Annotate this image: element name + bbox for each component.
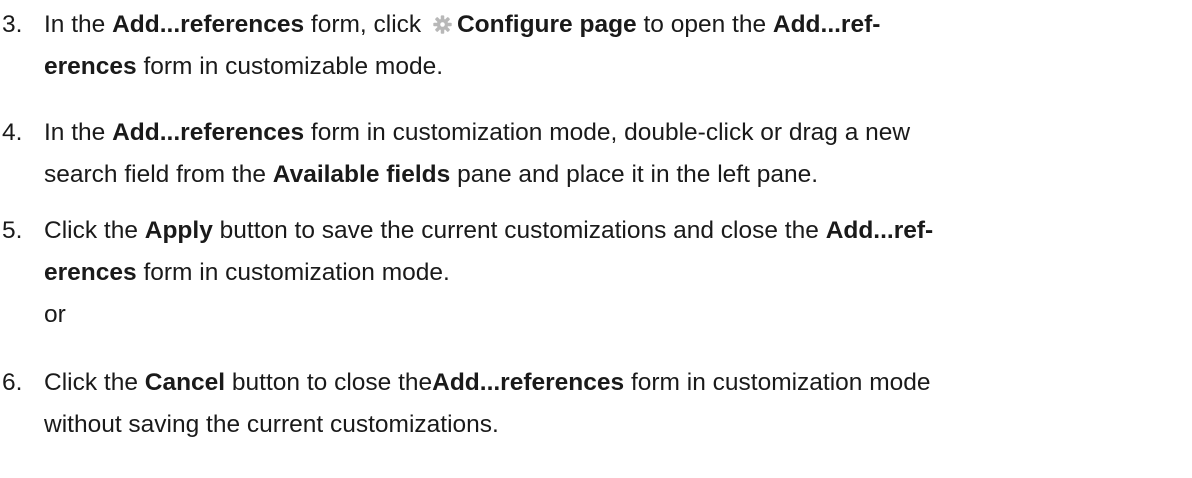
- text-run: form in customizable mode.: [136, 53, 444, 80]
- form-name: Add...references: [112, 119, 305, 146]
- text-run: Click the: [44, 369, 145, 396]
- text-run: button to save the current customization…: [212, 217, 826, 244]
- form-name: Add...references: [112, 11, 305, 38]
- button-name: Cancel: [144, 369, 226, 396]
- text-run: In the: [44, 11, 113, 38]
- configure-page-label: Configure page: [456, 11, 637, 38]
- gear-icon: [433, 15, 452, 34]
- text-run: pane and place it in the left pane.: [450, 161, 819, 188]
- button-name: Apply: [144, 217, 213, 244]
- text-run: In the: [44, 119, 113, 146]
- or-text: or: [44, 301, 66, 328]
- form-name: Add...references: [432, 369, 625, 396]
- text-run: form, click: [304, 11, 428, 38]
- form-name: erences: [44, 53, 137, 80]
- text-run: Click the: [44, 217, 145, 244]
- step-text: In the Add...references form, click Conf…: [44, 4, 1190, 88]
- procedure-steps: 3. In the Add...references form, click C…: [0, 0, 1192, 478]
- pane-name: Available fields: [272, 161, 451, 188]
- step-text: In the Add...references form in customiz…: [44, 112, 1190, 196]
- text-run: form in customization mode: [624, 369, 931, 396]
- text-run: form in customization mode, double-click…: [304, 119, 911, 146]
- text-run: form in customization mode.: [136, 259, 450, 286]
- step-text: Click the Apply button to save the curre…: [44, 210, 1190, 336]
- text-run: button to close the: [225, 369, 433, 396]
- form-name: Add...ref-: [825, 217, 934, 244]
- step-text: Click the Cancel button to close theAdd.…: [44, 362, 1190, 446]
- text-run: without saving the current customization…: [44, 411, 499, 438]
- step-number: 5.: [2, 217, 23, 244]
- step-number: 4.: [2, 119, 23, 146]
- form-name: Add...ref-: [772, 11, 881, 38]
- text-run: search field from the: [44, 161, 273, 188]
- step-number: 6.: [2, 369, 23, 396]
- text-run: to open the: [636, 11, 773, 38]
- form-name: erences: [44, 259, 137, 286]
- step-number: 3.: [2, 11, 23, 38]
